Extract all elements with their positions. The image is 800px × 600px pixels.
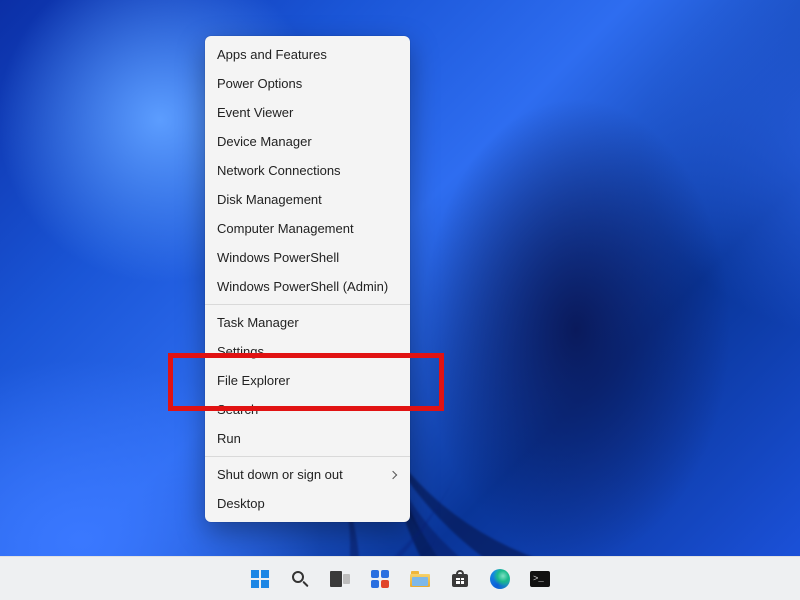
menu-item-label: Windows PowerShell (Admin) [217, 279, 388, 294]
menu-item-label: Windows PowerShell [217, 250, 339, 265]
widgets-icon [371, 570, 389, 588]
menu-item-windows-powershell[interactable]: Windows PowerShell [205, 243, 410, 272]
menu-item-task-manager[interactable]: Task Manager [205, 308, 410, 337]
start-icon [251, 570, 269, 588]
menu-item-event-viewer[interactable]: Event Viewer [205, 98, 410, 127]
menu-item-label: Event Viewer [217, 105, 293, 120]
menu-item-label: Task Manager [217, 315, 299, 330]
menu-separator [205, 304, 410, 305]
menu-item-device-manager[interactable]: Device Manager [205, 127, 410, 156]
menu-item-label: Run [217, 431, 241, 446]
menu-separator [205, 456, 410, 457]
menu-item-label: Search [217, 402, 258, 417]
edge-button[interactable] [486, 565, 514, 593]
search-button[interactable] [286, 565, 314, 593]
menu-item-run[interactable]: Run [205, 424, 410, 453]
menu-item-label: Settings [217, 344, 264, 359]
task-view-button[interactable] [326, 565, 354, 593]
terminal-button[interactable] [526, 565, 554, 593]
menu-item-label: File Explorer [217, 373, 290, 388]
terminal-icon [530, 571, 550, 587]
chevron-right-icon [389, 470, 397, 478]
menu-item-desktop[interactable]: Desktop [205, 489, 410, 518]
menu-item-label: Apps and Features [217, 47, 327, 62]
menu-item-label: Device Manager [217, 134, 312, 149]
menu-item-label: Disk Management [217, 192, 322, 207]
menu-item-label: Network Connections [217, 163, 341, 178]
file-explorer-button[interactable] [406, 565, 434, 593]
file-explorer-icon [410, 571, 430, 587]
menu-item-label: Shut down or sign out [217, 467, 343, 482]
menu-item-label: Computer Management [217, 221, 354, 236]
menu-item-search[interactable]: Search [205, 395, 410, 424]
taskbar [0, 556, 800, 600]
menu-item-computer-management[interactable]: Computer Management [205, 214, 410, 243]
widgets-button[interactable] [366, 565, 394, 593]
menu-item-label: Desktop [217, 496, 265, 511]
menu-item-settings[interactable]: Settings [205, 337, 410, 366]
menu-item-label: Power Options [217, 76, 302, 91]
start-button[interactable] [246, 565, 274, 593]
menu-item-network-connections[interactable]: Network Connections [205, 156, 410, 185]
menu-item-apps-and-features[interactable]: Apps and Features [205, 40, 410, 69]
menu-item-file-explorer[interactable]: File Explorer [205, 366, 410, 395]
microsoft-store-icon [451, 570, 469, 588]
edge-icon [490, 569, 510, 589]
microsoft-store-button[interactable] [446, 565, 474, 593]
menu-item-disk-management[interactable]: Disk Management [205, 185, 410, 214]
menu-item-power-options[interactable]: Power Options [205, 69, 410, 98]
menu-item-windows-powershell-admin[interactable]: Windows PowerShell (Admin) [205, 272, 410, 301]
desktop: Apps and Features Power Options Event Vi… [0, 0, 800, 600]
winx-context-menu: Apps and Features Power Options Event Vi… [205, 36, 410, 522]
menu-item-shut-down-or-sign-out[interactable]: Shut down or sign out [205, 460, 410, 489]
search-icon [291, 570, 309, 588]
task-view-icon [330, 571, 350, 587]
